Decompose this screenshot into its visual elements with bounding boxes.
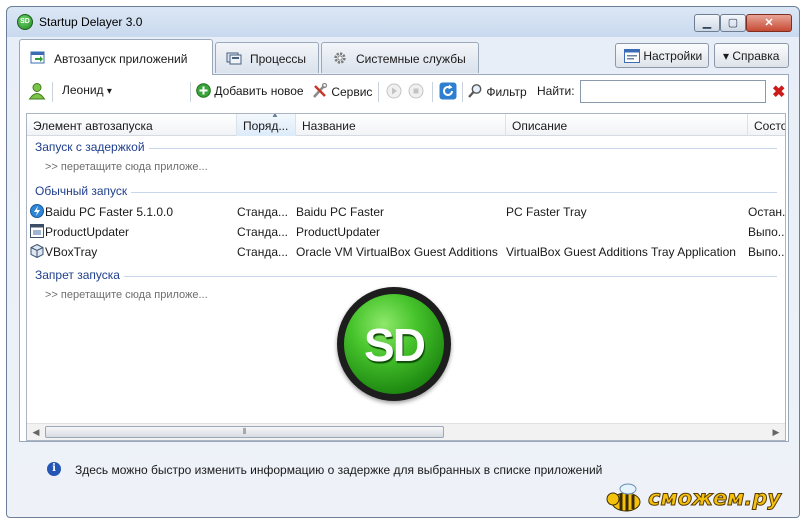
column-header-name[interactable]: Название (296, 114, 506, 136)
group-normal-label: Обычный запуск (35, 184, 132, 198)
filter-magnifier-icon (468, 84, 482, 98)
help-button[interactable]: ▾ Справка (714, 43, 789, 68)
row-state: Выпо... (748, 225, 786, 239)
window-title: Startup Delayer 3.0 (39, 15, 143, 29)
row-name: Oracle VM VirtualBox Guest Additions (296, 245, 498, 259)
table-row[interactable]: VBoxTray Станда... Oracle VM VirtualBox … (27, 242, 786, 262)
tab-system-services[interactable]: Системные службы (321, 42, 479, 73)
toolbar-separator (52, 82, 53, 102)
add-new-label: Добавить новое (214, 84, 304, 98)
row-name: ProductUpdater (296, 225, 381, 239)
settings-button[interactable]: Настройки (615, 43, 709, 68)
info-icon: i (47, 462, 61, 476)
column-header-description[interactable]: Описание (506, 114, 748, 136)
baidu-icon (30, 204, 44, 218)
close-button[interactable]: ✕ (746, 14, 792, 32)
search-input[interactable] (580, 80, 766, 103)
row-order: Станда... (237, 245, 289, 259)
row-name: Baidu PC Faster (296, 205, 385, 219)
column-header-row: Элемент автозапуска ▲ Поряд... Название … (27, 114, 785, 136)
user-name: Леонид (62, 83, 104, 97)
scrollbar-thumb[interactable]: ⦀ (45, 426, 444, 438)
sort-ascending-icon: ▲ (271, 114, 279, 119)
column-header-order[interactable]: ▲ Поряд... (237, 114, 296, 136)
logo-text: SD (364, 319, 426, 371)
panel-toolbar: Леонид ▾ Добавить новое Сервис Фильтр На… (20, 75, 788, 109)
refresh-icon[interactable] (439, 82, 457, 100)
tab-startup-apps[interactable]: Автозапуск приложений (19, 39, 213, 75)
tab-bar: Автозапуск приложений Процессы Системные… (13, 39, 793, 75)
app-window: SD Startup Delayer 3.0 ▁ ▢ ✕ Автозапуск … (6, 6, 800, 518)
app-logo-icon: SD (17, 14, 33, 30)
processes-icon (226, 52, 242, 65)
toolbar-separator (462, 82, 463, 102)
tab-label: Системные службы (356, 52, 466, 66)
app-window-icon (30, 224, 44, 238)
row-item: VBoxTray (45, 245, 98, 259)
group-divider (35, 192, 777, 193)
tab-label: Процессы (250, 52, 307, 66)
horizontal-scrollbar[interactable]: ◀ ⦀ ▶ (27, 423, 785, 440)
title-bar[interactable]: SD Startup Delayer 3.0 ▁ ▢ ✕ (7, 7, 799, 37)
row-description: PC Faster Tray (506, 205, 587, 219)
column-header-state[interactable]: Состо... (748, 114, 785, 136)
clear-search-icon[interactable]: ✖ (772, 82, 785, 102)
settings-window-icon (624, 49, 640, 63)
search-label: Найти: (537, 84, 575, 98)
add-new-button[interactable]: Добавить новое (196, 83, 304, 98)
drop-hint-blocked[interactable]: >> перетащите сюда приложе... (45, 289, 208, 301)
virtualbox-icon (30, 244, 44, 258)
group-delayed-label: Запуск с задержкой (35, 140, 149, 154)
column-header-item[interactable]: Элемент автозапуска (27, 114, 237, 136)
row-description: VirtualBox Guest Additions Tray Applicat… (506, 245, 736, 259)
filter-label: Фильтр (486, 85, 527, 99)
user-icon (28, 83, 46, 100)
group-blocked[interactable]: Запрет запуска (27, 268, 785, 284)
user-dropdown[interactable]: Леонид ▾ (62, 83, 112, 97)
logo-green-disc: SD (344, 294, 444, 394)
chevron-down-icon: ▾ (723, 49, 730, 63)
maximize-button[interactable]: ▢ (720, 14, 746, 32)
scroll-left-icon[interactable]: ◀ (28, 425, 44, 439)
filter-button[interactable]: Фильтр (467, 83, 527, 99)
drop-hint-delayed[interactable]: >> перетащите сюда приложе... (45, 161, 208, 173)
service-label: Сервис (331, 85, 373, 99)
help-label: Справка (732, 49, 780, 63)
row-order: Станда... (237, 205, 289, 219)
chevron-down-icon: ▾ (106, 86, 112, 97)
startup-icon (30, 51, 45, 64)
group-delayed[interactable]: Запуск с задержкой (27, 140, 785, 156)
column-header-order-label: Поряд... (243, 119, 289, 133)
group-blocked-label: Запрет запуска (35, 268, 124, 282)
settings-label: Настройки (643, 49, 703, 63)
bee-icon (606, 483, 641, 512)
minimize-button[interactable]: ▁ (694, 14, 720, 32)
row-item: Baidu PC Faster 5.1.0.0 (45, 205, 174, 219)
group-normal[interactable]: Обычный запуск (27, 184, 785, 200)
startup-delayer-logo: SD (337, 287, 451, 401)
tab-label: Автозапуск приложений (54, 52, 188, 66)
scroll-right-icon[interactable]: ▶ (768, 425, 784, 439)
services-gear-icon (334, 52, 346, 64)
group-divider (35, 276, 777, 277)
service-button[interactable]: Сервис (312, 83, 372, 99)
row-state: Выпо... (748, 245, 786, 259)
row-order: Станда... (237, 225, 289, 239)
tools-icon (313, 83, 328, 98)
plus-circle-icon (196, 83, 211, 98)
toolbar-separator (378, 82, 379, 102)
site-watermark: сможем.ру (600, 478, 800, 518)
row-item: ProductUpdater (45, 225, 130, 239)
site-watermark-text: сможем.ру (647, 486, 782, 511)
row-state: Остан... (748, 205, 786, 219)
tab-processes[interactable]: Процессы (215, 42, 319, 73)
table-row[interactable]: Baidu PC Faster 5.1.0.0 Станда... Baidu … (27, 202, 786, 222)
table-row[interactable]: ProductUpdater Станда... ProductUpdater … (27, 222, 786, 242)
stop-icon[interactable] (408, 83, 424, 99)
toolbar-separator (432, 82, 433, 102)
toolbar-separator (190, 82, 191, 102)
play-icon[interactable] (386, 83, 402, 99)
info-text: Здесь можно быстро изменить информацию о… (75, 463, 603, 477)
